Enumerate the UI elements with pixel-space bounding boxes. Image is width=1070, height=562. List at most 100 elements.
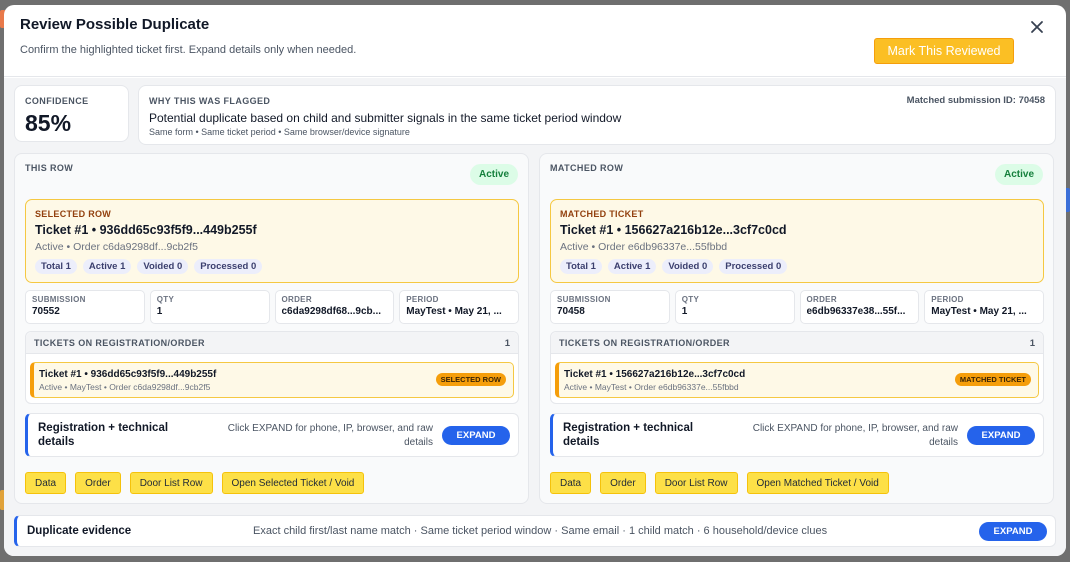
field-order: ORDER e6db96337e38...55f...	[799, 290, 920, 324]
field-label: SUBMISSION	[557, 295, 611, 304]
close-icon[interactable]	[1028, 18, 1046, 36]
selected-row-card: SELECTED ROW Ticket #1 • 936dd65c93f5f9.…	[25, 199, 519, 283]
data-button[interactable]: Data	[25, 472, 67, 494]
status-badge: Active	[470, 164, 518, 185]
technical-details-section: Registration + technical details Click E…	[550, 413, 1044, 457]
why-flagged-signals: Same form • Same ticket period • Same br…	[149, 127, 410, 137]
panel-label: MATCHED ROW	[550, 163, 624, 173]
ticket-title: Ticket #1 • 156627a216b12e...3cf7c0cd	[560, 223, 787, 237]
tickets-header-label: TICKETS ON REGISTRATION/ORDER	[34, 338, 205, 348]
tickets-on-order-box: TICKETS ON REGISTRATION/ORDER 1 Ticket #…	[25, 331, 519, 404]
data-button[interactable]: Data	[550, 472, 592, 494]
open-matched-ticket-button[interactable]: Open Matched Ticket / Void	[746, 472, 889, 494]
chip-processed: Processed 0	[194, 259, 263, 274]
field-value: 70458	[557, 306, 585, 317]
expand-evidence-button[interactable]: EXPAND	[979, 522, 1047, 541]
tickets-count: 1	[504, 338, 510, 349]
row-fields: SUBMISSION 70552 QTY 1 ORDER c6da9298df6…	[25, 290, 519, 324]
ticket-meta: Active • Order e6db96337e...55fbbd	[560, 241, 728, 253]
duplicate-evidence-section: Duplicate evidence Exact child first/las…	[14, 515, 1056, 547]
field-label: ORDER	[281, 295, 312, 304]
modal-subtitle: Confirm the highlighted ticket first. Ex…	[20, 44, 357, 56]
ticket-meta: Active • Order c6da9298df...9cb2f5	[35, 241, 199, 253]
field-label: ORDER	[806, 295, 837, 304]
field-period: PERIOD MayTest • May 21, ...	[399, 290, 519, 324]
technical-details-title: Registration + technical details	[563, 422, 694, 448]
chip-total: Total 1	[35, 259, 77, 274]
card-label: MATCHED TICKET	[560, 209, 644, 219]
tickets-on-order-box: TICKETS ON REGISTRATION/ORDER 1 Ticket #…	[550, 331, 1044, 404]
field-label: QTY	[681, 295, 700, 304]
this-row-panel: THIS ROW Active SELECTED ROW Ticket #1 •…	[14, 153, 529, 504]
field-submission: SUBMISSION 70458	[550, 290, 670, 324]
duplicate-review-modal: Review Possible Duplicate Confirm the hi…	[4, 5, 1066, 556]
ticket-title: Ticket #1 • 936dd65c93f5f9...449b255f	[35, 223, 257, 237]
chip-processed: Processed 0	[719, 259, 788, 274]
ticket-item-title: Ticket #1 • 936dd65c93f5f9...449b255f	[39, 369, 217, 380]
field-label: SUBMISSION	[32, 295, 86, 304]
door-list-row-button[interactable]: Door List Row	[129, 472, 213, 494]
order-button[interactable]: Order	[75, 472, 121, 494]
order-button[interactable]: Order	[600, 472, 646, 494]
field-period: PERIOD MayTest • May 21, ...	[924, 290, 1044, 324]
field-label: PERIOD	[406, 295, 439, 304]
why-flagged-card: WHY THIS WAS FLAGGED Matched submission …	[138, 85, 1056, 145]
field-value: 1	[681, 306, 688, 317]
open-selected-ticket-button[interactable]: Open Selected Ticket / Void	[221, 472, 365, 494]
ticket-item-title: Ticket #1 • 156627a216b12e...3cf7c0cd	[564, 369, 746, 380]
tickets-count: 1	[1029, 338, 1035, 349]
ticket-item-meta: Active • MayTest • Order c6da9298df...9c…	[39, 382, 211, 392]
panel-label: THIS ROW	[25, 163, 74, 173]
field-qty: QTY 1	[149, 290, 270, 324]
door-list-row-button[interactable]: Door List Row	[654, 472, 738, 494]
status-badge: Active	[995, 164, 1043, 185]
expand-technical-button[interactable]: EXPAND	[442, 426, 510, 445]
field-label: PERIOD	[931, 295, 964, 304]
modal-title: Review Possible Duplicate	[20, 16, 210, 33]
field-order: ORDER c6da9298df68...9cb...	[274, 290, 395, 324]
field-value: MayTest • May 21, ...	[931, 306, 1027, 317]
field-value: MayTest • May 21, ...	[406, 306, 502, 317]
ticket-list-item[interactable]: Ticket #1 • 936dd65c93f5f9...449b255f Ac…	[30, 362, 514, 398]
matched-submission-id: Matched submission ID: 70458	[906, 95, 1045, 106]
field-value: e6db96337e38...55f...	[806, 306, 906, 317]
mark-reviewed-button[interactable]: Mark This Reviewed	[874, 38, 1014, 64]
chip-active: Active 1	[82, 259, 132, 274]
confidence-card: CONFIDENCE 85%	[14, 85, 129, 142]
ticket-chips: Total 1 Active 1 Voided 0 Processed 0	[560, 259, 788, 274]
row-fields: SUBMISSION 70458 QTY 1 ORDER e6db96337e3…	[550, 290, 1044, 324]
matched-row-panel: MATCHED ROW Active MATCHED TICKET Ticket…	[539, 153, 1054, 504]
duplicate-evidence-title: Duplicate evidence	[27, 525, 132, 537]
ticket-item-meta: Active • MayTest • Order e6db96337e...55…	[564, 382, 739, 392]
why-flagged-text: Potential duplicate based on child and s…	[149, 111, 622, 125]
duplicate-evidence-text: Exact child first/last name match · Same…	[253, 525, 828, 537]
technical-details-note: Click EXPAND for phone, IP, browser, and…	[227, 423, 433, 448]
field-submission: SUBMISSION 70552	[25, 290, 145, 324]
confidence-label: CONFIDENCE	[25, 96, 89, 106]
ticket-list-item[interactable]: Ticket #1 • 156627a216b12e...3cf7c0cd Ac…	[555, 362, 1039, 398]
modal-body: CONFIDENCE 85% WHY THIS WAS FLAGGED Matc…	[4, 78, 1066, 556]
technical-details-note: Click EXPAND for phone, IP, browser, and…	[752, 423, 958, 448]
field-value: 1	[156, 306, 163, 317]
row-actions: Data Order Door List Row Open Matched Ti…	[550, 472, 889, 494]
field-value: c6da9298df68...9cb...	[281, 306, 382, 317]
selected-row-badge: SELECTED ROW	[435, 373, 506, 386]
chip-active: Active 1	[607, 259, 657, 274]
expand-technical-button[interactable]: EXPAND	[967, 426, 1035, 445]
card-label: SELECTED ROW	[35, 209, 112, 219]
matched-ticket-badge: MATCHED TICKET	[954, 373, 1031, 386]
technical-details-title: Registration + technical details	[38, 422, 169, 448]
row-actions: Data Order Door List Row Open Selected T…	[25, 472, 365, 494]
field-qty: QTY 1	[674, 290, 795, 324]
chip-voided: Voided 0	[662, 259, 714, 274]
why-flagged-label: WHY THIS WAS FLAGGED	[149, 96, 271, 106]
modal-header: Review Possible Duplicate Confirm the hi…	[4, 5, 1066, 77]
chip-voided: Voided 0	[137, 259, 189, 274]
field-label: QTY	[156, 295, 175, 304]
tickets-header: TICKETS ON REGISTRATION/ORDER 1	[26, 332, 518, 354]
tickets-header: TICKETS ON REGISTRATION/ORDER 1	[551, 332, 1043, 354]
ticket-chips: Total 1 Active 1 Voided 0 Processed 0	[35, 259, 263, 274]
confidence-value: 85%	[25, 110, 72, 136]
chip-total: Total 1	[560, 259, 602, 274]
tickets-header-label: TICKETS ON REGISTRATION/ORDER	[559, 338, 730, 348]
